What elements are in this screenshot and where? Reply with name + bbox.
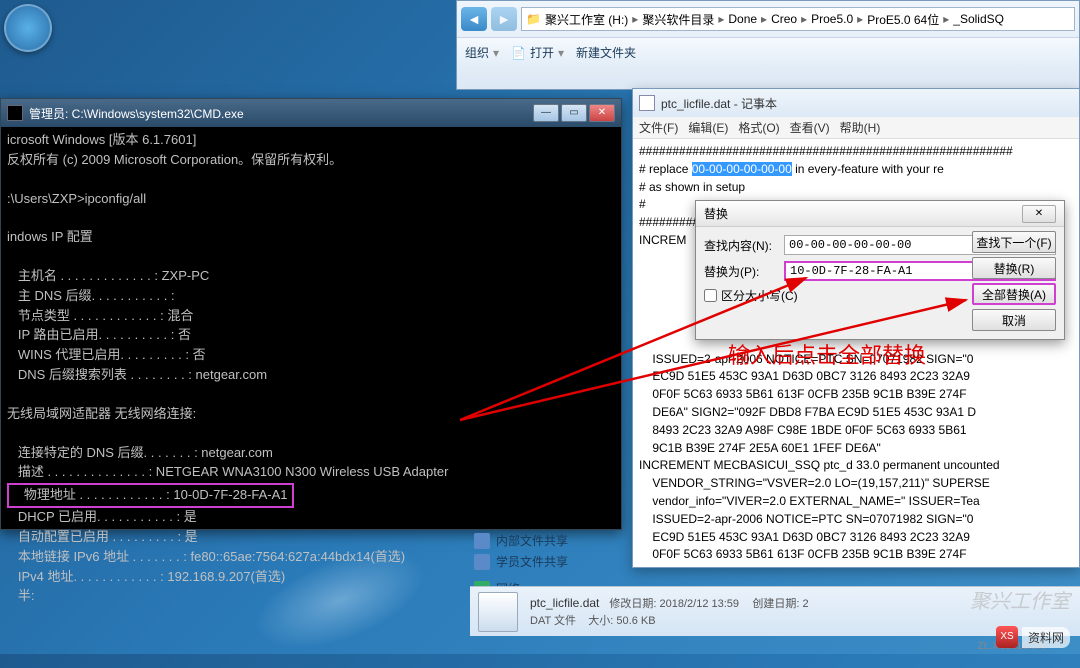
menu-help[interactable]: 帮助(H): [840, 119, 881, 136]
cmd-titlebar[interactable]: 管理员: C:\Windows\system32\CMD.exe — ▭ ✕: [1, 99, 621, 127]
minimize-button[interactable]: —: [533, 104, 559, 122]
start-button[interactable]: [4, 4, 52, 52]
maximize-button[interactable]: ▭: [561, 104, 587, 122]
replace-label: 替换为(P):: [704, 263, 778, 280]
selected-text: 00-00-00-00-00-00: [692, 162, 792, 176]
menu-view[interactable]: 查看(V): [790, 119, 830, 136]
crumb[interactable]: Done: [724, 12, 761, 26]
crumb[interactable]: 聚兴软件目录: [638, 11, 718, 28]
cmd-icon: [7, 105, 23, 121]
crumb[interactable]: _SolidSQ: [949, 12, 1008, 26]
cancel-button[interactable]: 取消: [972, 309, 1056, 331]
open-button[interactable]: 📄 打开 ▾: [511, 44, 564, 61]
share-icon: [474, 533, 490, 549]
notepad-titlebar[interactable]: ptc_licfile.dat - 记事本: [633, 89, 1079, 117]
match-case-label: 区分大小写(C): [721, 287, 798, 304]
folder-icon: 📁: [526, 12, 541, 26]
replace-all-button[interactable]: 全部替换(A): [972, 283, 1056, 305]
menu-edit[interactable]: 编辑(E): [688, 119, 728, 136]
replace-dialog: 替换 ✕ 查找内容(N): 替换为(P): 区分大小写(C) 查找下一个(F) …: [695, 200, 1065, 340]
match-case-checkbox[interactable]: [704, 289, 717, 302]
dialog-titlebar[interactable]: 替换 ✕: [696, 201, 1064, 227]
explorer-window: ◄ ► 📁 聚兴工作室 (H:)▸ 聚兴软件目录▸ Done▸ Creo▸ Pr…: [456, 0, 1080, 90]
new-folder-button[interactable]: 新建文件夹: [576, 44, 636, 61]
watermark-logo: XS 资料网: [996, 626, 1070, 648]
sidebar-item[interactable]: 学员文件共享: [470, 551, 610, 572]
notepad-menubar: 文件(F) 编辑(E) 格式(O) 查看(V) 帮助(H): [633, 117, 1079, 139]
find-label: 查找内容(N):: [704, 237, 778, 254]
cmd-window: 管理员: C:\Windows\system32\CMD.exe — ▭ ✕ i…: [0, 98, 622, 530]
annotation-text: 输入后点击全部替换: [728, 338, 926, 370]
find-next-button[interactable]: 查找下一个(F): [972, 231, 1056, 253]
notepad-icon: [639, 95, 655, 111]
file-name: ptc_licfile.dat: [530, 596, 599, 610]
watermark: 聚兴工作室: [970, 585, 1070, 614]
notepad-title-text: ptc_licfile.dat - 记事本: [661, 95, 777, 112]
sidebar-item[interactable]: 内部文件共享: [470, 530, 610, 551]
menu-file[interactable]: 文件(F): [639, 119, 678, 136]
dialog-close-button[interactable]: ✕: [1022, 205, 1056, 223]
crumb[interactable]: Creo: [767, 12, 801, 26]
file-type: DAT 文件: [530, 615, 576, 627]
breadcrumb[interactable]: 📁 聚兴工作室 (H:)▸ 聚兴软件目录▸ Done▸ Creo▸ Proe5.…: [521, 7, 1075, 31]
close-button[interactable]: ✕: [589, 104, 615, 122]
crumb[interactable]: ProE5.0 64位: [863, 11, 943, 28]
logo-icon: XS: [996, 626, 1018, 648]
mac-address-highlight: 物理地址 . . . . . . . . . . . . : 10-0D-7F-…: [7, 483, 294, 508]
replace-button[interactable]: 替换(R): [972, 257, 1056, 279]
nav-forward-button[interactable]: ►: [491, 7, 517, 31]
crumb[interactable]: 聚兴工作室 (H:): [541, 11, 632, 28]
file-icon: [478, 592, 518, 632]
menu-format[interactable]: 格式(O): [738, 119, 779, 136]
cmd-title-text: 管理员: C:\Windows\system32\CMD.exe: [29, 105, 244, 122]
nav-back-button[interactable]: ◄: [461, 7, 487, 31]
organize-menu[interactable]: 组织 ▾: [465, 44, 499, 61]
crumb[interactable]: Proe5.0: [807, 12, 857, 26]
share-icon: [474, 554, 490, 570]
